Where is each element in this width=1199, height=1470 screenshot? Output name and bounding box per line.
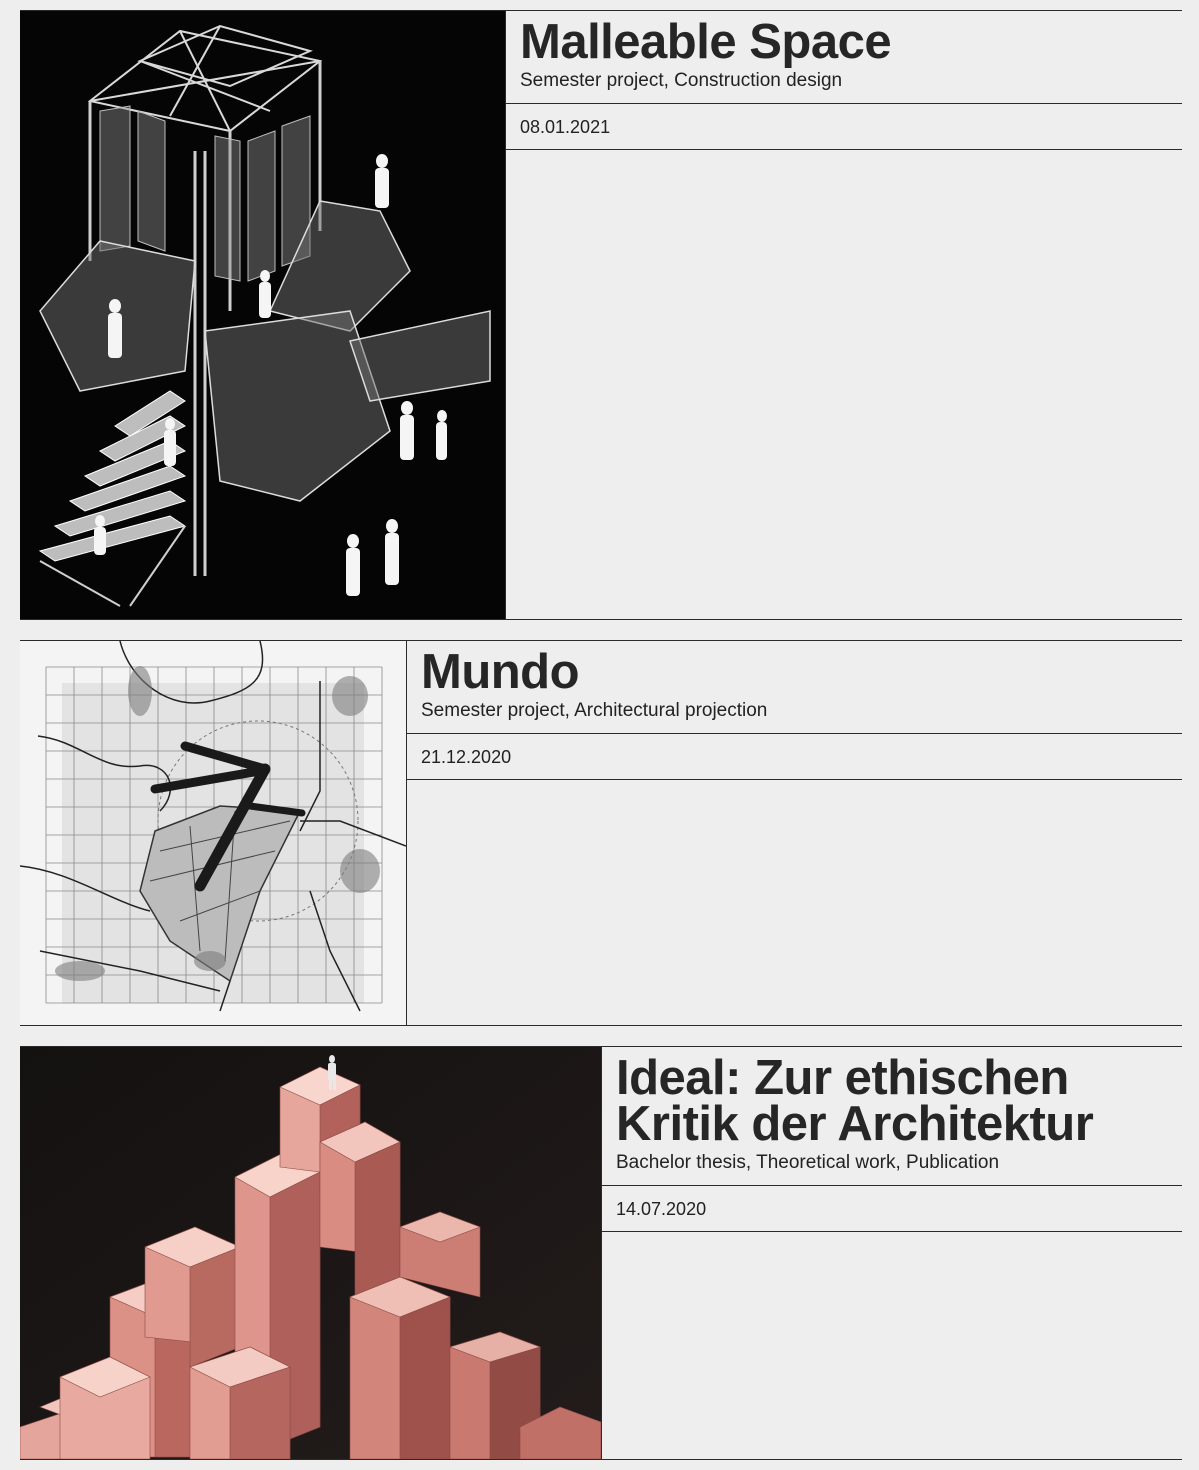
project-title[interactable]: Mundo — [421, 648, 1168, 697]
project-header: Mundo Semester project, Architectural pr… — [407, 641, 1182, 734]
project-title[interactable]: Malleable Space — [520, 18, 1168, 67]
isometric-construction-drawing-icon — [20, 11, 505, 619]
project-subtitle: Semester project, Architectural projecti… — [421, 700, 768, 721]
project-card-mundo[interactable]: Mundo Semester project, Architectural pr… — [20, 640, 1182, 1026]
project-date: 08.01.2021 — [506, 104, 1182, 150]
project-date: 21.12.2020 — [407, 734, 1182, 780]
project-thumbnail-image[interactable] — [20, 1047, 601, 1459]
project-subtitle: Semester project, Construction design — [520, 70, 843, 91]
project-card-ideal[interactable]: Ideal: Zur ethischen Kritik der Architek… — [20, 1046, 1182, 1460]
project-info: Mundo Semester project, Architectural pr… — [406, 641, 1182, 1025]
project-header: Ideal: Zur ethischen Kritik der Architek… — [602, 1047, 1182, 1186]
project-info: Ideal: Zur ethischen Kritik der Architek… — [601, 1047, 1182, 1459]
project-card-malleable-space[interactable]: Malleable Space Semester project, Constr… — [20, 10, 1182, 620]
project-date: 14.07.2020 — [602, 1186, 1182, 1232]
pink-stepped-mountain-render-icon — [20, 1047, 601, 1459]
project-thumbnail-image[interactable] — [20, 641, 406, 1025]
project-title[interactable]: Ideal: Zur ethischen Kritik der Architek… — [616, 1054, 1168, 1149]
project-info: Malleable Space Semester project, Constr… — [505, 11, 1182, 619]
site-plan-map-icon — [20, 641, 406, 1025]
project-thumbnail-image[interactable] — [20, 11, 505, 619]
project-subtitle: Bachelor thesis, Theoretical work, Publi… — [616, 1152, 1000, 1173]
project-header: Malleable Space Semester project, Constr… — [506, 11, 1182, 104]
